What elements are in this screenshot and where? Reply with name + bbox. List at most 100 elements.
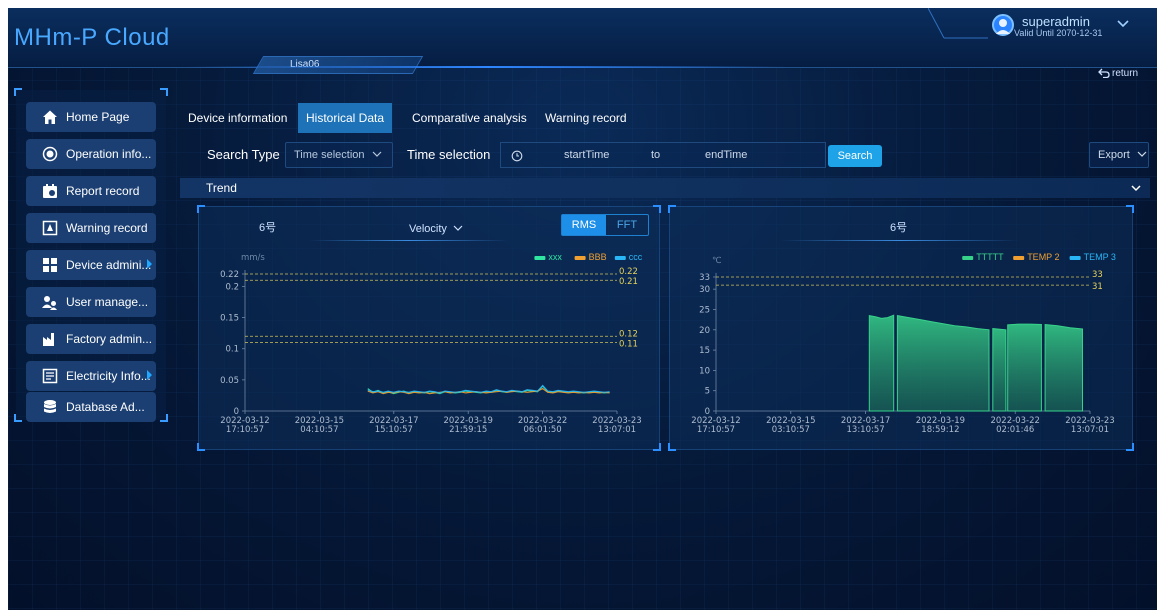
avatar[interactable] [992,14,1014,36]
search-type-value: Time selection [294,149,365,161]
legend-swatch [1013,256,1025,260]
trend-section-header[interactable]: Trend [180,178,1150,198]
x-tick-label: 13:07:01 [1071,425,1109,435]
tab-device-information[interactable]: Device information [180,103,295,133]
submenu-arrow-icon [147,259,152,269]
sidebar-item-label: Home Page [66,110,130,124]
threshold-label: 33 [1092,270,1103,280]
x-tick-label: 17:10:57 [226,425,264,435]
sidebar-item-device-admin[interactable]: Device admini... [26,250,156,280]
export-button[interactable]: Export [1089,142,1149,168]
grid-icon [43,258,57,272]
y-tick-label: 0.1 [225,345,239,355]
sidebar-item-home[interactable]: Home Page [26,102,156,132]
header-glow-line [188,66,788,68]
sidebar-item-electricity-info[interactable]: Electricity Info... [26,361,156,391]
threshold-label: 0.21 [619,277,638,287]
app-title: MHm-P Cloud [14,24,170,51]
sidebar-item-report-record[interactable]: Report record [26,176,156,206]
y-tick-label: 33 [699,273,710,283]
user-avatar-icon [996,19,1010,34]
area-segment-TTTTT [1007,323,1042,412]
search-type-select[interactable]: Time selection [285,142,393,168]
x-tick-label: 21:59:15 [449,425,487,435]
chevron-down-icon[interactable] [1116,16,1130,30]
sidebar-item-label: Warning record [66,221,148,235]
sidebar: Home Page Operation info... Report recor… [14,88,168,422]
end-time-input[interactable]: endTime [705,149,747,161]
y-tick-label: 0.2 [225,282,239,292]
legend-label: BBB [589,252,607,262]
threshold-label: 0.22 [619,267,638,277]
sidebar-corner [14,414,22,422]
header-slant-line [928,8,988,39]
sidebar-item-label: Operation info... [66,147,152,161]
x-tick-label: 13:10:57 [847,425,885,435]
start-time-input[interactable]: startTime [564,149,609,161]
legend-label: TEMP 3 [1084,252,1116,262]
legend-label: TTTTT [976,252,1004,262]
threshold-label: 31 [1092,282,1103,292]
threshold-label: 0.12 [619,329,638,339]
submenu-arrow-icon [147,370,152,380]
tab-comparative-analysis[interactable]: Comparative analysis [404,103,535,133]
time-range-picker[interactable]: startTime to endTime [500,142,826,168]
return-button[interactable]: return [1098,68,1138,79]
sidebar-item-label: Report record [66,184,140,198]
return-icon [1098,68,1110,79]
trend-label: Trend [206,181,237,195]
x-tick-label: 18:59:12 [921,425,959,435]
factory-icon [43,333,54,346]
tab-historical-data[interactable]: Historical Data [298,103,393,133]
y-tick-label: 30 [699,285,710,295]
y-tick-label: 0.22 [220,270,239,280]
velocity-chart-panel: 6号 Velocity RMS FFT mm/s 0 0.05 0.1 0.15 0.2 0… [197,205,661,451]
y-axis-unit-label: mm/s [241,253,265,263]
database-icon [44,400,56,413]
x-tick-label: 15:10:57 [375,425,413,435]
home-icon [43,110,57,124]
target-icon [42,146,58,162]
area-segment-TTTTT [868,314,895,412]
sidebar-item-user-manage[interactable]: User manage... [26,287,156,317]
tab-warning-record[interactable]: Warning record [537,103,635,133]
chevron-down-icon[interactable] [1130,183,1142,193]
y-axis-unit-label: ℃ [712,256,722,266]
area-segment-TTTTT [992,328,1007,412]
y-tick-label: 0.15 [220,314,239,324]
clock-icon [511,150,523,162]
legend-swatch [962,256,974,260]
area-segment-TTTTT [1044,323,1083,412]
export-label: Export [1098,149,1130,161]
sidebar-item-operation-info[interactable]: Operation info... [26,139,156,169]
sidebar-item-database-admin[interactable]: Database Ad... [26,392,156,422]
sidebar-item-factory-admin[interactable]: Factory admin... [26,324,156,354]
sidebar-item-label: Database Ad... [66,400,145,414]
sidebar-corner [14,88,22,96]
x-tick-label: 03:10:57 [772,425,810,435]
temperature-chart-panel: 6号 ℃ 0 5 10 15 20 25 30 33 2022-03-12 17:10:57 2022… [668,205,1134,451]
legend-label: ccc [629,252,643,262]
return-label: return [1112,68,1139,79]
device-tab-label[interactable]: Lisa06 [290,59,319,70]
electricity-icon [42,368,58,384]
area-segment-TTTTT [896,315,990,412]
velocity-chart: mm/s00.050.10.150.20.222022-03-1217:10:5… [220,252,643,435]
sidebar-corner [160,88,168,96]
user-name: superadmin [1022,14,1090,29]
warning-icon [42,220,58,236]
search-button[interactable]: Search [828,145,882,167]
y-tick-label: 10 [699,366,710,376]
report-icon [43,184,57,198]
users-icon [42,296,57,310]
x-tick-label: 02:01:46 [996,425,1034,435]
legend-label: TEMP 2 [1027,252,1059,262]
sidebar-item-label: Device admini... [66,258,152,272]
legend-swatch [1069,256,1081,260]
y-tick-label: 5 [705,387,710,397]
sidebar-item-warning-record[interactable]: Warning record [26,213,156,243]
y-tick-label: 20 [699,326,710,336]
x-tick-label: 06:01:50 [524,425,562,435]
legend-swatch [574,256,586,260]
to-label: to [651,149,661,161]
